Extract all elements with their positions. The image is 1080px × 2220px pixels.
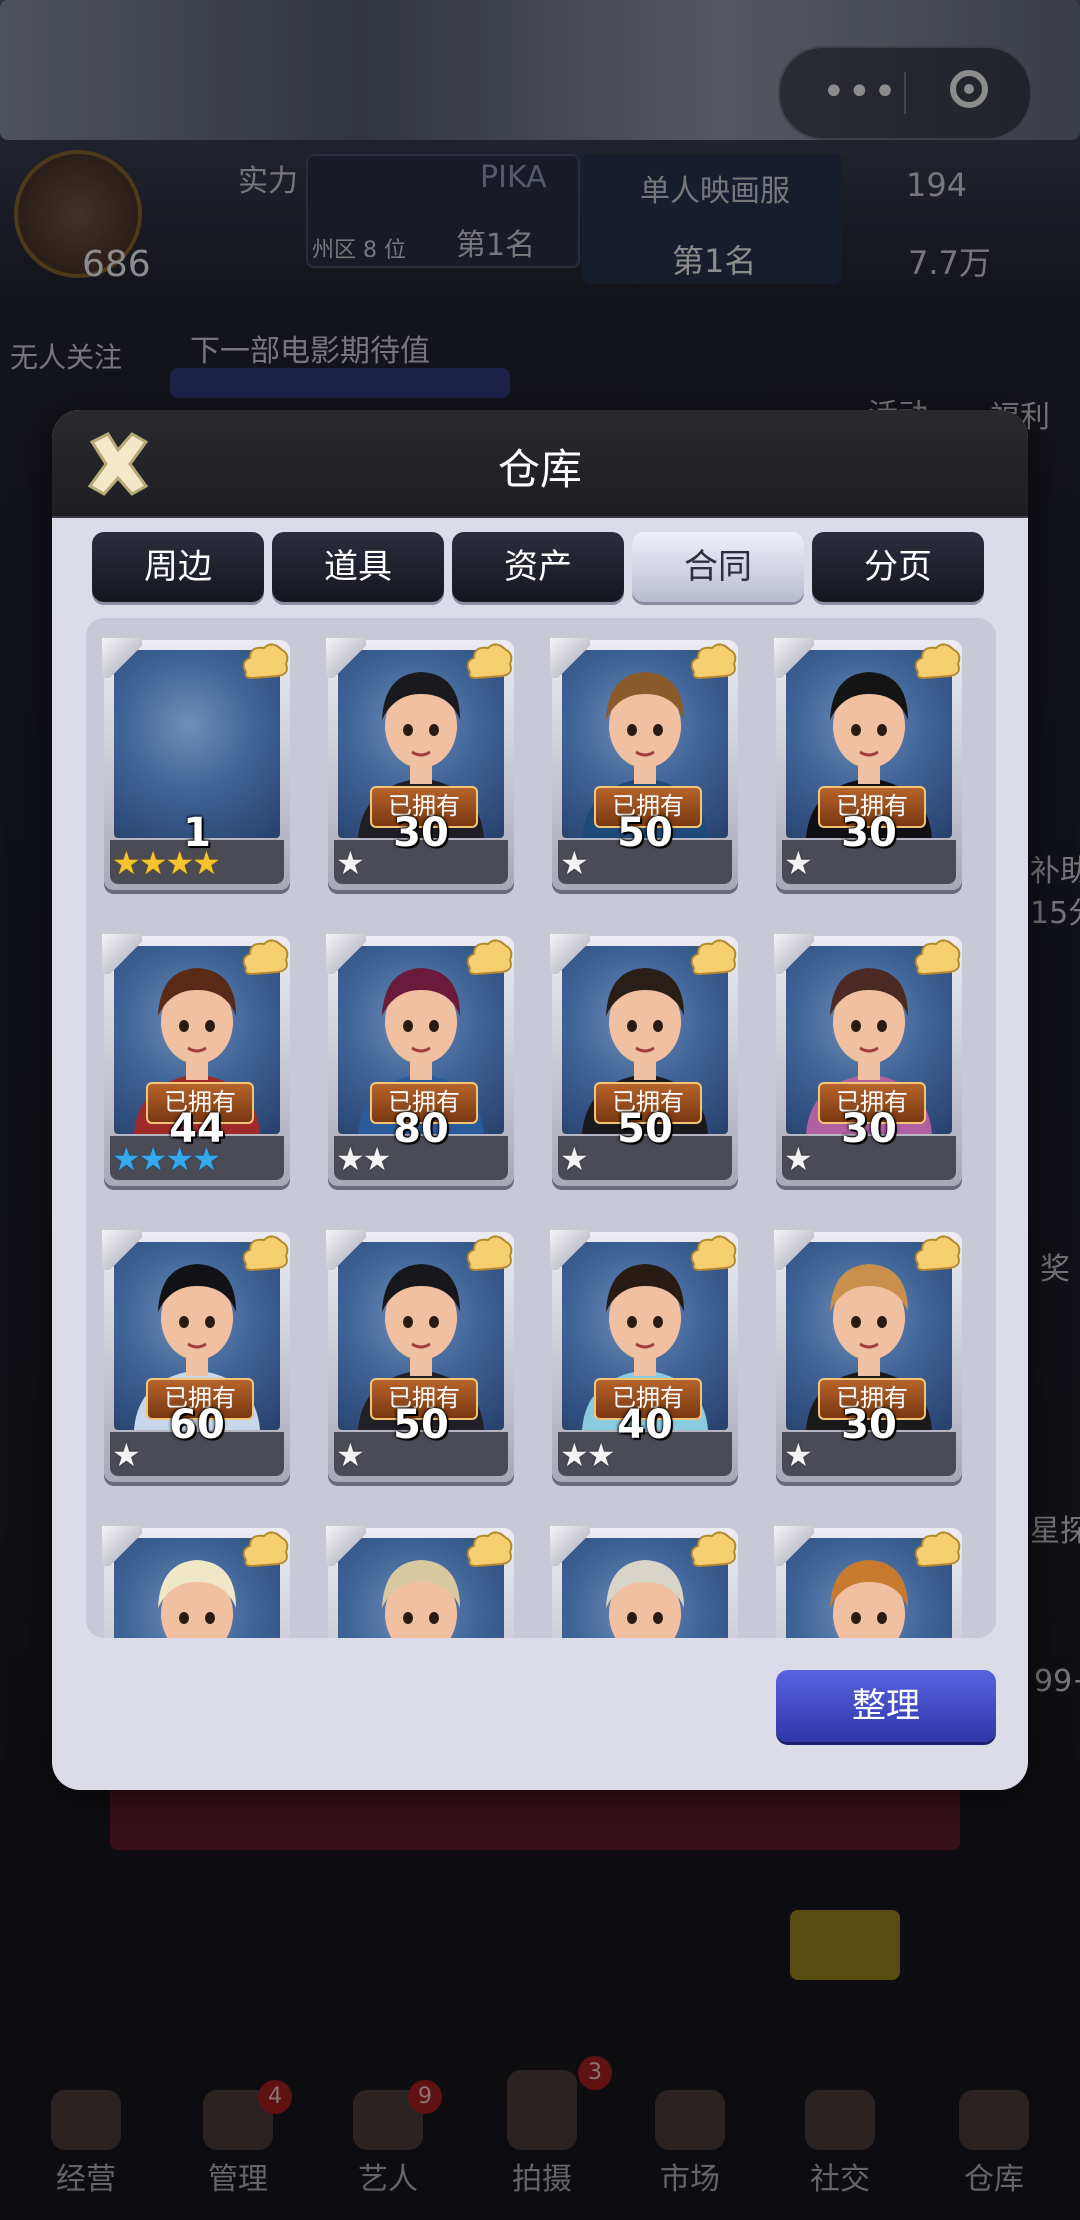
cloud-icon [690, 1531, 737, 1568]
cloud-icon [914, 1235, 961, 1272]
page-curl-icon [102, 1526, 142, 1566]
star-rating-icon: ★ [336, 844, 365, 882]
cloud-icon [914, 643, 961, 680]
star-rating-icon: ★★★★ [112, 844, 221, 882]
star-rating-icon: ★ [784, 1436, 813, 1474]
contract-card[interactable]: 已拥有 80 ★★ [326, 934, 514, 1186]
dialog-title: 仓库 [497, 445, 582, 494]
contract-card[interactable] [102, 1526, 290, 1638]
cloud-icon [690, 1235, 737, 1272]
star-rating-icon: ★ [336, 1436, 365, 1474]
star-rating-icon: ★★ [560, 1436, 615, 1474]
cloud-icon [466, 1531, 513, 1568]
contract-card[interactable]: 已拥有 40 ★★ [550, 1230, 738, 1482]
star-rating-icon: ★★★★ [112, 1140, 221, 1178]
tab-contracts[interactable]: 合同 [632, 532, 804, 602]
cloud-icon [466, 643, 513, 680]
cloud-icon [242, 643, 289, 680]
page-curl-icon [102, 638, 142, 678]
cloud-icon [690, 939, 737, 976]
card-grid[interactable]: 1 ★★★★ 已拥有 30 ★ 已拥有 50 ★ 已拥有 30 ★ 已拥有 44 ★★★★ 已拥有 80 ★★ 已… [86, 618, 996, 1638]
tidy-button[interactable]: 整理 [776, 1670, 996, 1742]
dialog-header: 仓库 [52, 410, 1028, 518]
contract-card[interactable]: 1 ★★★★ [102, 638, 290, 890]
contract-card[interactable] [774, 1526, 962, 1638]
contract-card[interactable]: 已拥有 50 ★ [326, 1230, 514, 1482]
contract-card[interactable]: 已拥有 30 ★ [774, 638, 962, 890]
tab-merch[interactable]: 周边 [92, 532, 264, 602]
contract-card[interactable]: 已拥有 30 ★ [326, 638, 514, 890]
page-curl-icon [326, 1526, 366, 1566]
page-curl-icon [774, 1526, 814, 1566]
contract-card[interactable]: 已拥有 44 ★★★★ [102, 934, 290, 1186]
page-curl-icon [550, 1230, 590, 1270]
page-curl-icon [550, 638, 590, 678]
cloud-icon [690, 643, 737, 680]
star-rating-icon: ★ [560, 844, 589, 882]
page-curl-icon [774, 638, 814, 678]
contract-card[interactable] [550, 1526, 738, 1638]
page-curl-icon [326, 638, 366, 678]
page-curl-icon [326, 934, 366, 974]
contract-card[interactable]: 已拥有 30 ★ [774, 934, 962, 1186]
contract-card[interactable] [326, 1526, 514, 1638]
contract-card[interactable]: 已拥有 50 ★ [550, 934, 738, 1186]
star-rating-icon: ★ [784, 1140, 813, 1178]
tab-bar: 周边 道具 资产 合同 分页 [92, 532, 992, 604]
tab-pages[interactable]: 分页 [812, 532, 984, 602]
tab-items[interactable]: 道具 [272, 532, 444, 602]
star-rating-icon: ★ [784, 844, 813, 882]
contract-card[interactable]: 已拥有 30 ★ [774, 1230, 962, 1482]
cloud-icon [466, 939, 513, 976]
warehouse-dialog: 仓库 周边 道具 资产 合同 分页 1 ★★★★ 已拥有 30 ★ 已拥有 50 ★ 已拥有 30… [52, 410, 1028, 1790]
cloud-icon [914, 939, 961, 976]
page-curl-icon [774, 934, 814, 974]
page-curl-icon [774, 1230, 814, 1270]
page-curl-icon [102, 934, 142, 974]
cloud-icon [242, 1235, 289, 1272]
cloud-icon [242, 939, 289, 976]
page-curl-icon [550, 1526, 590, 1566]
page-curl-icon [550, 934, 590, 974]
tab-assets[interactable]: 资产 [452, 532, 624, 602]
cloud-icon [914, 1531, 961, 1568]
star-rating-icon: ★ [112, 1436, 141, 1474]
contract-card[interactable]: 已拥有 50 ★ [550, 638, 738, 890]
page-curl-icon [102, 1230, 142, 1270]
page-curl-icon [326, 1230, 366, 1270]
cloud-icon [466, 1235, 513, 1272]
star-rating-icon: ★ [560, 1140, 589, 1178]
cloud-icon [242, 1531, 289, 1568]
star-rating-icon: ★★ [336, 1140, 391, 1178]
contract-card[interactable]: 已拥有 60 ★ [102, 1230, 290, 1482]
